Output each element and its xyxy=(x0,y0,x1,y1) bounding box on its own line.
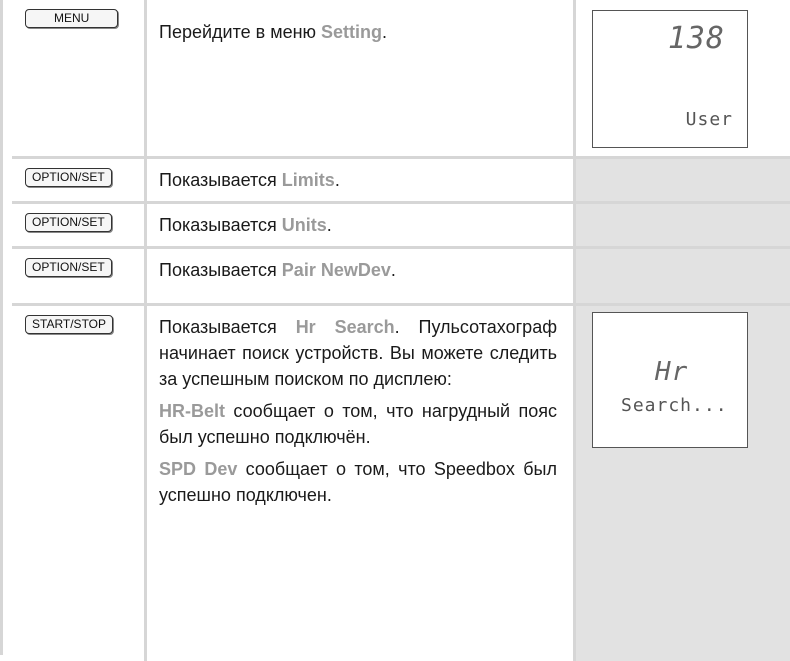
highlight-term: HR-Belt xyxy=(159,401,225,421)
description-cell: Показывается Units. xyxy=(144,204,576,246)
step-description: Перейдите в меню Setting. xyxy=(159,19,557,45)
empty-display-cell xyxy=(576,204,790,246)
empty-display-cell xyxy=(576,159,790,201)
highlight-term: SPD Dev xyxy=(159,459,238,479)
description-text: Показывается xyxy=(159,170,282,190)
button-cell: OPTION/SET xyxy=(12,204,144,246)
table-row: OPTION/SET Показывается Pair NewDev. xyxy=(12,246,790,303)
option-set-button-label: OPTION/SET xyxy=(25,168,112,187)
instruction-table: MENU Перейдите в меню Setting. 138 User … xyxy=(12,0,790,661)
option-set-button-label: OPTION/SET xyxy=(25,258,112,277)
start-stop-button-label: START/STOP xyxy=(25,315,114,334)
button-cell: OPTION/SET xyxy=(12,249,144,303)
lcd-bottom-text: Search... xyxy=(621,395,728,416)
left-border xyxy=(0,0,3,655)
lcd-top-value: Hr xyxy=(655,357,689,387)
table-row: MENU Перейдите в меню Setting. 138 User xyxy=(12,0,790,156)
step-description: Показывается Limits. xyxy=(159,167,557,193)
description-text: Перейдите в меню xyxy=(159,22,322,42)
description-cell: Показывается Limits. xyxy=(144,159,576,201)
lcd-top-value: 138 xyxy=(667,21,725,56)
display-cell: 138 User xyxy=(576,0,790,156)
highlight-term: Pair NewDev xyxy=(281,260,391,280)
lcd-bottom-text: User xyxy=(685,109,733,130)
lcd-display: 138 User xyxy=(592,10,748,148)
button-cell: OPTION/SET xyxy=(12,159,144,201)
description-text-end: . xyxy=(382,22,388,42)
button-cell: MENU xyxy=(12,0,144,156)
description-text-end: . xyxy=(326,215,332,235)
highlight-term: Units xyxy=(281,215,327,235)
spd-dev-paragraph: SPD Dev сообщает о том, что Speedbox был… xyxy=(159,456,557,508)
option-set-button-label: OPTION/SET xyxy=(25,213,112,232)
description-cell: Показывается Hr Search. Пульсотахограф н… xyxy=(144,306,576,661)
empty-display-cell xyxy=(576,249,790,303)
button-cell: START/STOP xyxy=(12,306,144,661)
manual-page: MENU Перейдите в меню Setting. 138 User … xyxy=(0,0,790,661)
step-description: Показывается Pair NewDev. xyxy=(159,257,557,283)
lcd-display: Hr Search... xyxy=(592,312,748,448)
display-cell: Hr Search... xyxy=(576,306,790,661)
step-description: Показывается Units. xyxy=(159,212,557,238)
hr-belt-paragraph: HR-Belt сообщает о том, что нагрудный по… xyxy=(159,398,557,450)
highlight-term: Hr Search xyxy=(295,317,395,337)
description-text: Показывается xyxy=(159,317,296,337)
table-row: START/STOP Показывается Hr Search. Пульс… xyxy=(12,303,790,661)
highlight-term: Setting xyxy=(321,22,383,42)
table-row: OPTION/SET Показывается Limits. xyxy=(12,156,790,201)
description-text: Показывается xyxy=(159,215,282,235)
description-text: Показывается xyxy=(159,260,282,280)
table-row: OPTION/SET Показывается Units. xyxy=(12,201,790,246)
highlight-term: Limits xyxy=(281,170,335,190)
description-text-end: . xyxy=(390,260,396,280)
description-cell: Перейдите в меню Setting. xyxy=(144,0,576,156)
description-text-end: . xyxy=(334,170,340,190)
menu-button-label: MENU xyxy=(25,9,119,28)
description-cell: Показывается Pair NewDev. xyxy=(144,249,576,303)
step-description: Показывается Hr Search. Пульсотахограф н… xyxy=(159,314,557,392)
